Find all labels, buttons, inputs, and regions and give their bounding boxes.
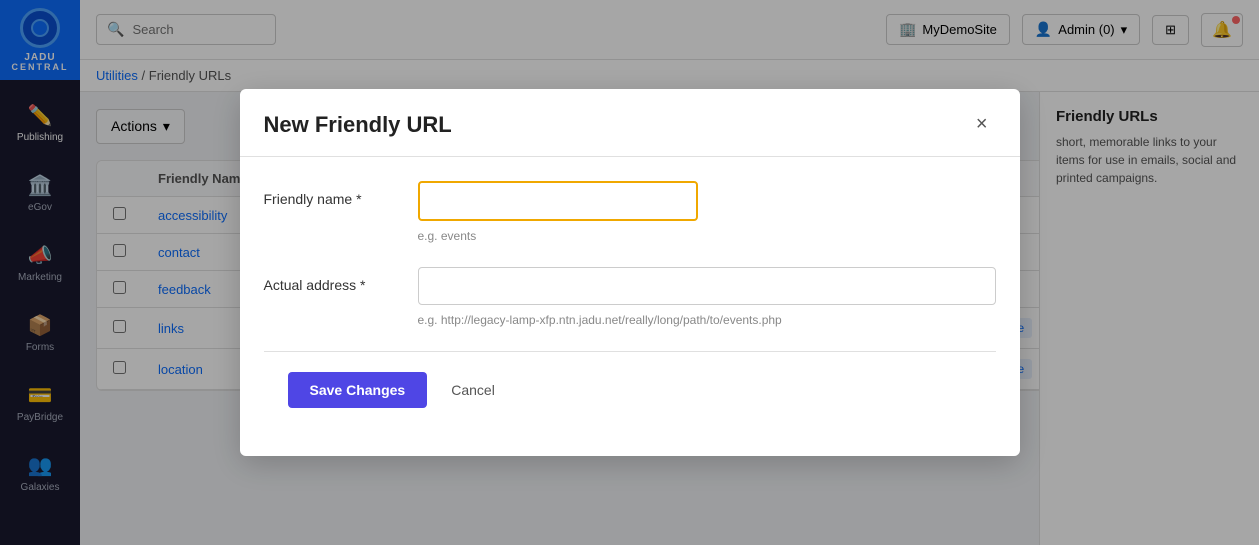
friendly-name-input[interactable] — [418, 181, 698, 221]
modal-close-button[interactable]: × — [968, 109, 996, 140]
modal-body: Friendly name * e.g. events Actual addre… — [240, 157, 1020, 456]
actual-address-input-wrapper — [418, 267, 996, 305]
modal-overlay[interactable]: New Friendly URL × Friendly name * e.g. … — [0, 0, 1259, 545]
actual-address-label: Actual address * — [264, 267, 394, 293]
modal-footer: Save Changes Cancel — [264, 372, 996, 432]
save-changes-button[interactable]: Save Changes — [288, 372, 428, 408]
modal-divider — [264, 351, 996, 352]
friendly-name-input-wrapper — [418, 181, 996, 221]
new-friendly-url-modal: New Friendly URL × Friendly name * e.g. … — [240, 89, 1020, 456]
friendly-name-group: Friendly name * e.g. events — [264, 181, 996, 243]
friendly-name-row: Friendly name * — [264, 181, 996, 221]
modal-header: New Friendly URL × — [240, 89, 1020, 157]
actual-address-row: Actual address * — [264, 267, 996, 305]
actual-address-group: Actual address * e.g. http://legacy-lamp… — [264, 267, 996, 327]
friendly-name-label: Friendly name * — [264, 181, 394, 207]
actual-address-hint: e.g. http://legacy-lamp-xfp.ntn.jadu.net… — [264, 313, 996, 327]
friendly-name-hint: e.g. events — [264, 229, 996, 243]
modal-title: New Friendly URL — [264, 112, 452, 138]
actual-address-input[interactable] — [418, 267, 996, 305]
cancel-button[interactable]: Cancel — [439, 372, 507, 408]
